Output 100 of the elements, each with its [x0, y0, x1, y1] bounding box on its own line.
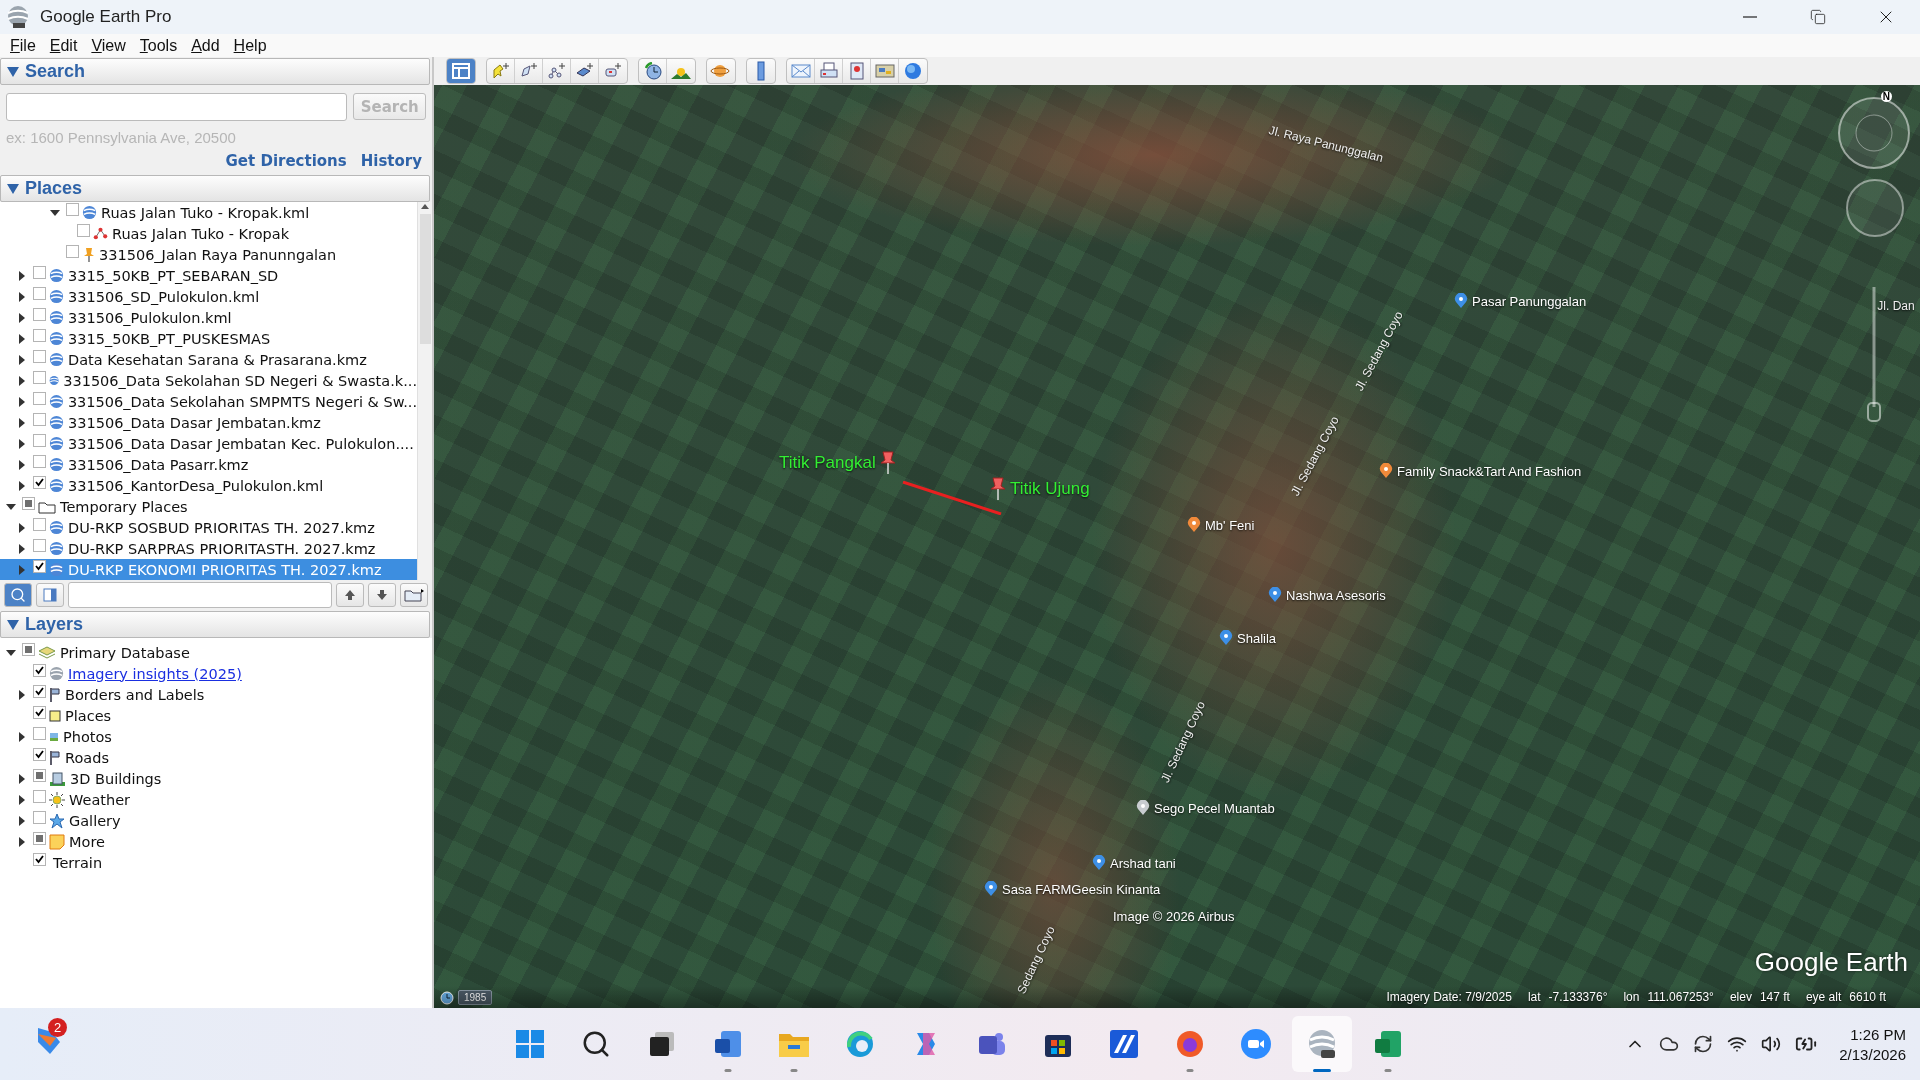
poi-pin-icon[interactable]: [1187, 517, 1201, 533]
expand-arrow-icon[interactable]: [19, 333, 25, 344]
checkbox[interactable]: [33, 748, 46, 761]
filter-field[interactable]: [68, 582, 332, 608]
cloud-icon[interactable]: [1659, 1034, 1680, 1054]
pushpin-icon[interactable]: [879, 451, 896, 475]
expand-arrow-icon[interactable]: [19, 417, 25, 428]
toolbar-button[interactable]: [447, 59, 475, 83]
tree-row[interactable]: 331506_Data Dasar Jembatan Kec. Pulokulon....: [0, 433, 417, 454]
poi-pin-icon[interactable]: [984, 881, 998, 897]
checkbox[interactable]: [77, 224, 90, 237]
expand-arrow-icon[interactable]: [19, 375, 25, 386]
checkbox[interactable]: [66, 203, 79, 216]
scrollbar[interactable]: [417, 202, 432, 580]
expand-arrow-icon[interactable]: [19, 731, 25, 742]
tree-row[interactable]: 331506_KantorDesa_Pulokulon.kml: [0, 475, 417, 496]
toolbar-button[interactable]: [368, 583, 396, 607]
expand-arrow-icon[interactable]: [19, 396, 25, 407]
expand-arrow-icon[interactable]: [19, 794, 25, 805]
poi-pin-icon[interactable]: [1219, 630, 1233, 646]
expand-arrow-icon[interactable]: [19, 312, 25, 323]
checkbox[interactable]: [66, 245, 79, 258]
expand-arrow-icon[interactable]: [19, 438, 25, 449]
layer-link[interactable]: Imagery insights (2025): [68, 665, 242, 682]
checkbox[interactable]: [33, 392, 46, 405]
checkbox[interactable]: [33, 308, 46, 321]
tree-row[interactable]: Ruas Jalan Tuko - Kropak: [0, 223, 417, 244]
expand-arrow-icon[interactable]: [19, 480, 25, 491]
tree-row[interactable]: Terrain: [0, 852, 432, 873]
tree-row[interactable]: 331506_Data Sekolahan SMPMTS Negeri & Sw...: [0, 391, 417, 412]
wifi-icon[interactable]: [1727, 1034, 1748, 1054]
expand-arrow-icon[interactable]: [19, 543, 25, 554]
toolbar-button[interactable]: [36, 583, 64, 607]
toolbar-button[interactable]: [336, 583, 364, 607]
expand-arrow-icon[interactable]: [19, 773, 25, 784]
sync-icon[interactable]: [1693, 1034, 1714, 1054]
poi-pin-icon[interactable]: [1092, 855, 1106, 871]
historical-year-label[interactable]: 1985: [458, 990, 493, 1005]
expand-arrow-icon[interactable]: [19, 459, 25, 470]
tree-row[interactable]: 331506_Data Sekolahan SD Negeri & Swasta.k...: [0, 370, 417, 391]
expand-arrow-icon[interactable]: [19, 689, 25, 700]
tree-row[interactable]: Temporary Places: [0, 496, 417, 517]
menu-item[interactable]: Add: [185, 36, 226, 55]
checkbox[interactable]: [33, 664, 46, 677]
tree-row[interactable]: Weather: [0, 789, 432, 810]
layers-panel-header[interactable]: Layers: [0, 611, 430, 638]
collapse-arrow-icon[interactable]: [6, 503, 16, 510]
tree-row[interactable]: Gallery: [0, 810, 432, 831]
expand-arrow-icon[interactable]: [19, 291, 25, 302]
checkbox[interactable]: [33, 727, 46, 740]
tree-row[interactable]: 331506_SD_Pulokulon.kml: [0, 286, 417, 307]
tree-row[interactable]: 3315_50KB_PT_PUSKESMAS: [0, 328, 417, 349]
checkbox[interactable]: [33, 539, 46, 552]
tree-row[interactable]: 3D Buildings: [0, 768, 432, 789]
clock-icon[interactable]: [440, 990, 454, 1005]
poi-pin-icon[interactable]: [1454, 293, 1468, 309]
tree-row[interactable]: 331506_Jalan Raya Panunngalan: [0, 244, 417, 265]
panel-link[interactable]: History: [360, 152, 422, 170]
checkbox[interactable]: [33, 853, 46, 866]
search-panel-header[interactable]: Search: [0, 58, 430, 85]
clock-date[interactable]: 2/13/2026: [1839, 1045, 1906, 1063]
poi-pin-icon[interactable]: [1379, 463, 1393, 479]
collapse-arrow-icon[interactable]: [6, 649, 16, 656]
expand-arrow-icon[interactable]: [19, 354, 25, 365]
tree-row[interactable]: Primary Database: [0, 642, 432, 663]
menu-item[interactable]: Help: [227, 36, 273, 55]
expand-arrow-icon[interactable]: [19, 522, 25, 533]
tree-row[interactable]: Places: [0, 705, 432, 726]
tree-row[interactable]: 331506_Data Pasarr.kmz: [0, 454, 417, 475]
checkbox[interactable]: [33, 706, 46, 719]
checkbox[interactable]: [33, 413, 46, 426]
tree-row[interactable]: Ruas Jalan Tuko - Kropak.kml: [0, 202, 417, 223]
menu-item[interactable]: Tools: [133, 36, 184, 55]
checkbox[interactable]: [33, 266, 46, 279]
poi-pin-icon[interactable]: [1136, 800, 1150, 816]
collapse-arrow-icon[interactable]: [50, 209, 60, 216]
checkbox[interactable]: [33, 329, 46, 342]
clock-time[interactable]: 1:26 PM: [1850, 1025, 1906, 1043]
expand-arrow-icon[interactable]: [19, 270, 25, 281]
checkbox[interactable]: [33, 371, 46, 384]
tree-row[interactable]: Photos: [0, 726, 432, 747]
menu-item[interactable]: File: [4, 36, 42, 55]
tree-row[interactable]: Roads: [0, 747, 432, 768]
toolbar-button[interactable]: [4, 583, 32, 607]
places-panel-header[interactable]: Places: [0, 175, 430, 202]
checkbox[interactable]: [33, 287, 46, 300]
checkbox[interactable]: [33, 811, 46, 824]
volume-icon[interactable]: [1761, 1034, 1782, 1054]
pushpin-icon[interactable]: [990, 477, 1006, 501]
tree-row[interactable]: Borders and Labels: [0, 684, 432, 705]
tree-row[interactable]: 331506_Pulokulon.kml: [0, 307, 417, 328]
tree-row[interactable]: 331506_Data Dasar Jembatan.kmz: [0, 412, 417, 433]
checkbox[interactable]: [33, 476, 46, 489]
tree-row[interactable]: Imagery insights (2025): [0, 663, 432, 684]
tree-row[interactable]: DU-RKP SARPRAS PRIORITASTH. 2027.kmz: [0, 538, 417, 559]
taskbar-app-button[interactable]: [1292, 1016, 1352, 1072]
tree-row[interactable]: 3315_50KB_PT_SEBARAN_SD: [0, 265, 417, 286]
menu-item[interactable]: View: [85, 36, 132, 55]
checkbox[interactable]: [33, 350, 46, 363]
panel-link[interactable]: Get Directions: [225, 152, 347, 170]
